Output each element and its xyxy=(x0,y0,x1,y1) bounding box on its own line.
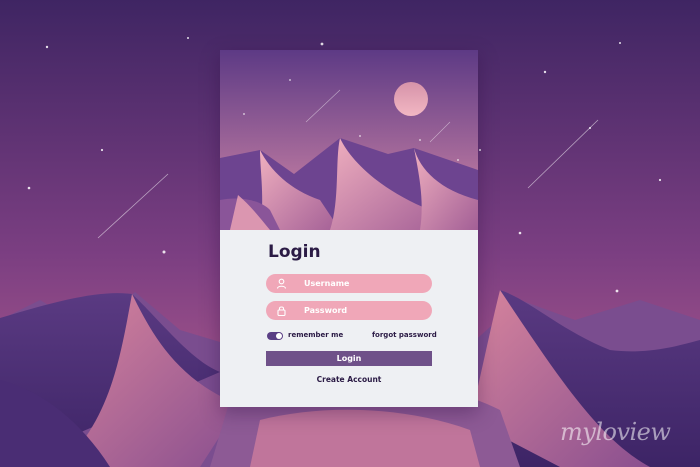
username-input[interactable] xyxy=(296,274,430,293)
lock-icon xyxy=(277,306,286,316)
remember-me-toggle[interactable] xyxy=(267,332,283,340)
login-title: Login xyxy=(268,242,321,262)
watermark-logo: myloview xyxy=(560,418,671,446)
login-form: Login remember me forgot password Login … xyxy=(220,230,478,407)
password-input[interactable] xyxy=(296,301,430,320)
create-account-link[interactable]: Create Account xyxy=(220,375,478,384)
forgot-password-link[interactable]: forgot password xyxy=(372,331,437,339)
toggle-knob xyxy=(276,333,282,339)
login-button[interactable]: Login xyxy=(266,351,432,366)
password-field-wrapper xyxy=(266,301,432,320)
user-icon xyxy=(276,278,287,289)
remember-me-label: remember me xyxy=(288,331,344,339)
login-card: Login remember me forgot password Login … xyxy=(220,50,478,407)
card-illustration xyxy=(220,50,478,230)
username-field-wrapper xyxy=(266,274,432,293)
